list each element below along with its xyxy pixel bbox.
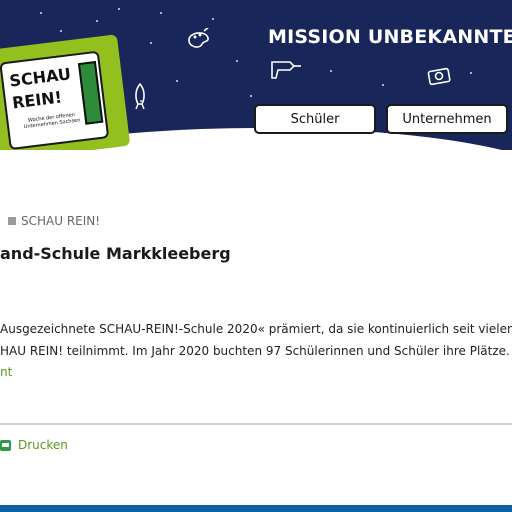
body-text: Ausgezeichnete SCHAU-REIN!-Schule 2020« … [0, 318, 512, 362]
divider [0, 423, 512, 425]
drill-icon [271, 61, 301, 79]
camera-icon [427, 67, 451, 86]
breadcrumb-icon [8, 217, 16, 225]
body-line: Ausgezeichnete SCHAU-REIN!-Schule 2020« … [0, 322, 512, 336]
page-title: and-Schule Markkleeberg [0, 244, 231, 263]
breadcrumb-link[interactable]: SCHAU REIN! [21, 214, 100, 228]
print-label: Drucken [18, 438, 68, 452]
body-line: HAU REIN! teilnimmt. Im Jahr 2020 buchte… [0, 344, 510, 358]
banner-title: MISSION UNBEKANNTE [268, 26, 512, 48]
header-banner: MISSION UNBEKANNTE SCHAU REIN! Woche der… [0, 0, 512, 150]
logo-line1: SCHAU [8, 64, 72, 91]
footer-bar [0, 505, 512, 512]
nav-button-unternehmen[interactable]: Unternehmen [386, 104, 508, 134]
logo-line2: REIN! [11, 87, 63, 113]
nav-button-schueler[interactable]: Schüler [254, 104, 376, 134]
breadcrumb: SCHAU REIN! [8, 214, 100, 228]
rocket-icon [135, 82, 145, 110]
content-link[interactable]: nt [0, 365, 12, 379]
schau-rein-logo[interactable]: SCHAU REIN! Woche der offenen Unternehme… [0, 34, 131, 150]
logo-tagline: Woche der offenen Unternehmen Sachsen [23, 111, 81, 131]
logo-card: SCHAU REIN! Woche der offenen Unternehme… [0, 50, 110, 150]
printer-icon [0, 439, 11, 451]
print-button[interactable]: Drucken [0, 438, 68, 452]
palette-icon [188, 28, 209, 48]
